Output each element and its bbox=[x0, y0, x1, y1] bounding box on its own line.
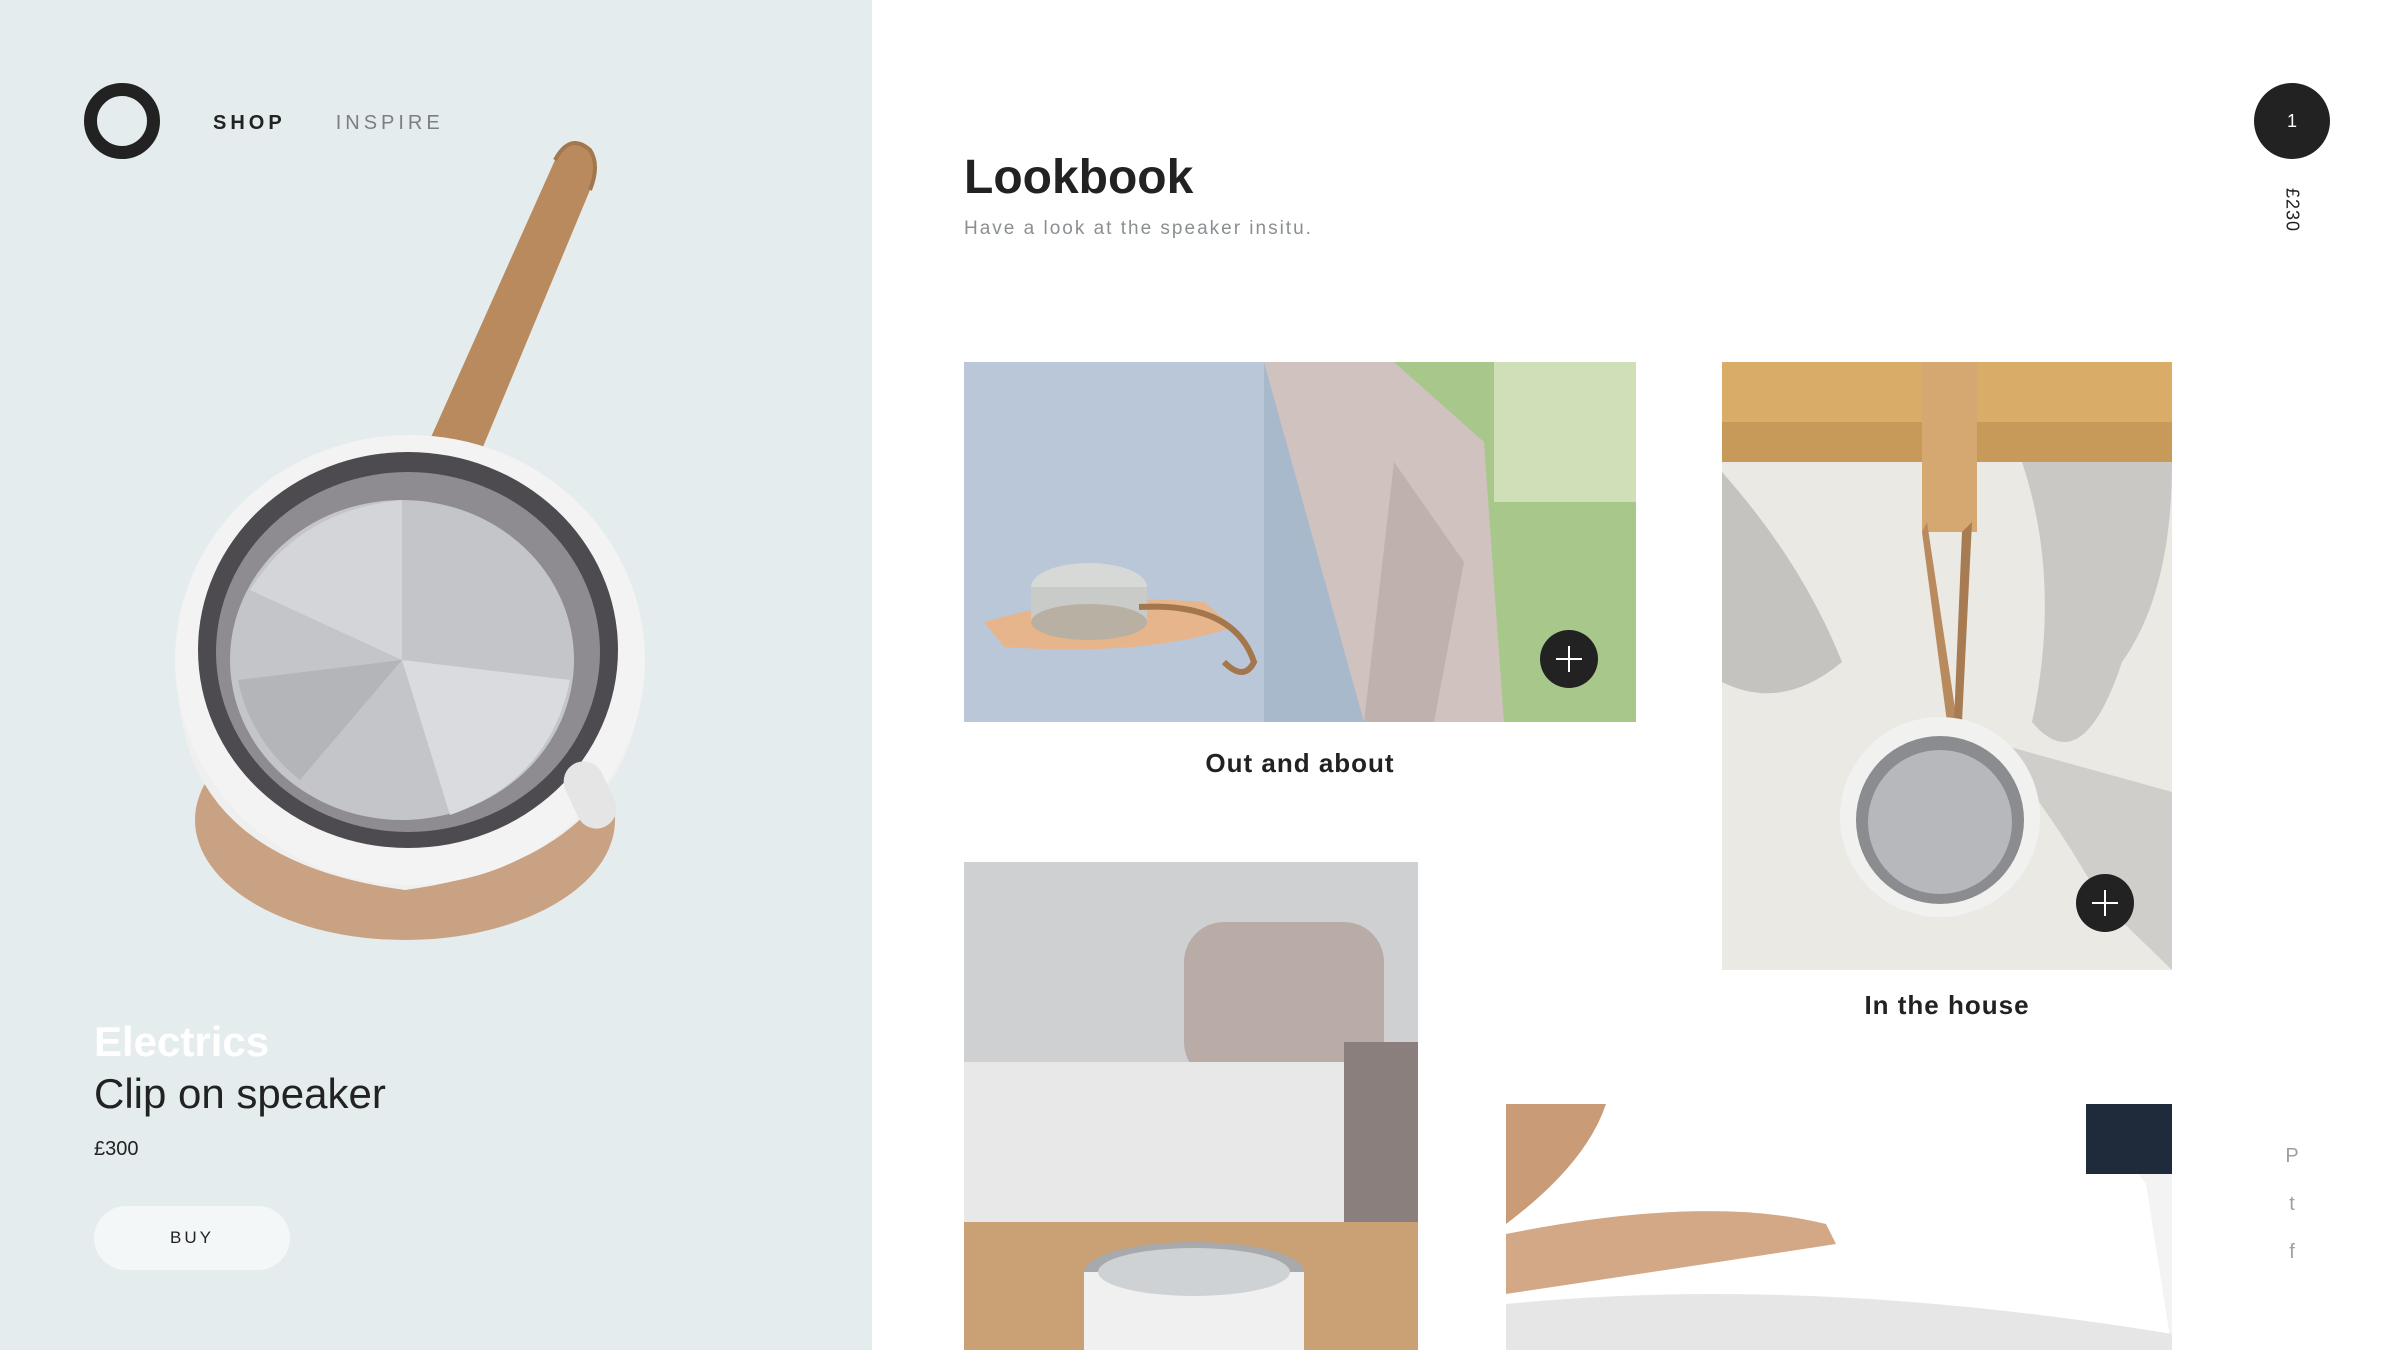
product-name: Clip on speaker bbox=[94, 1070, 386, 1117]
card-caption-house: In the house bbox=[1864, 990, 2030, 1020]
lookbook-card-outdoor-image[interactable] bbox=[964, 362, 1636, 722]
product-image bbox=[175, 140, 645, 940]
product-info: Electrics Clip on speaker £300 bbox=[94, 1018, 386, 1161]
plus-icon[interactable] bbox=[2076, 874, 2134, 932]
buy-button[interactable]: BUY bbox=[94, 1206, 290, 1270]
product-category: Electrics bbox=[94, 1018, 270, 1065]
cart-total: £230 bbox=[2282, 187, 2303, 233]
logo-ring-icon[interactable] bbox=[84, 83, 160, 159]
plus-icon[interactable] bbox=[1540, 630, 1598, 688]
product-panel: SHOP INSPIRE Electrics Clip on speaker £… bbox=[0, 0, 872, 1350]
product-price: £300 bbox=[94, 1138, 139, 1160]
twitter-icon[interactable]: t bbox=[2278, 1190, 2306, 1218]
page-title: Lookbook bbox=[964, 151, 1194, 204]
card-caption-outdoor: Out and about bbox=[1205, 748, 1395, 778]
cart-count-badge[interactable]: 1 bbox=[2254, 83, 2330, 159]
lookbook-card-desk-image[interactable] bbox=[964, 862, 1418, 1350]
facebook-icon[interactable]: f bbox=[2278, 1238, 2306, 1266]
lookbook-card-house-image[interactable] bbox=[1722, 362, 2172, 970]
lookbook-card-bed-image[interactable] bbox=[1506, 1104, 2172, 1350]
pinterest-icon[interactable]: P bbox=[2278, 1142, 2306, 1170]
page-subtitle: Have a look at the speaker insitu. bbox=[964, 218, 1313, 239]
